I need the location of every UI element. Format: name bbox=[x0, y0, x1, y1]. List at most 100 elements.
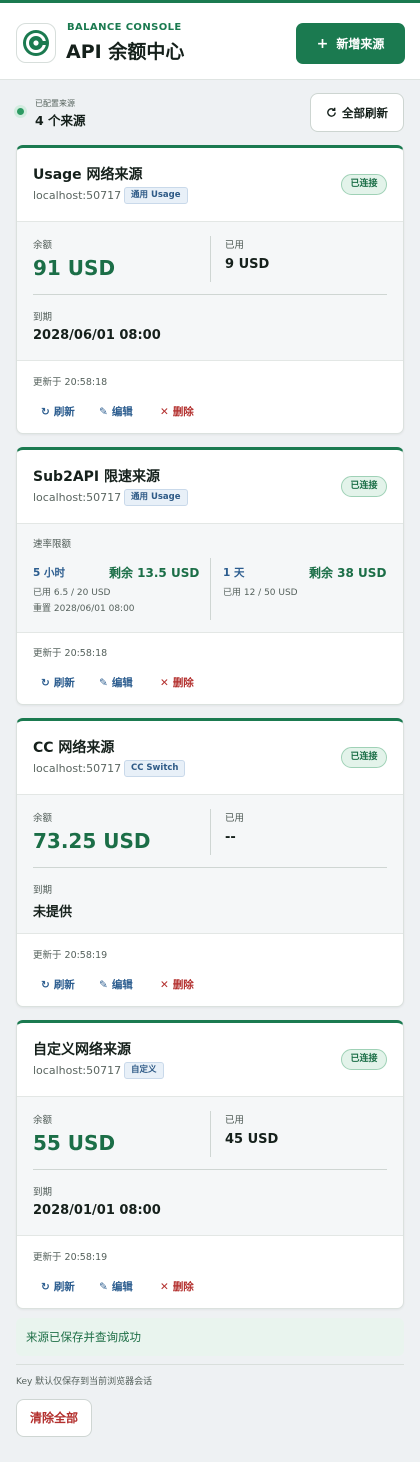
used-label: 已用 bbox=[225, 240, 245, 251]
source-type-tag: CC Switch bbox=[124, 760, 186, 777]
metrics-panel: 余额 73.25 USD 已用 -- 到期 未提供 bbox=[17, 794, 403, 934]
delete-label: 删除 bbox=[172, 677, 194, 689]
pencil-icon: ✎ bbox=[99, 676, 108, 689]
app-header: BALANCE CONSOLE API 余额中心 + 新增来源 bbox=[0, 3, 420, 80]
window-remaining: 剩余 13.5 USD bbox=[109, 566, 200, 580]
refresh-label: 刷新 bbox=[53, 406, 75, 418]
metrics-panel: 速率限额 5 小时 剩余 13.5 USD 已用 6.5 / 20 USD 重置… bbox=[17, 523, 403, 633]
window-used: 已用 6.5 / 20 USD bbox=[33, 588, 111, 598]
add-source-label: 新增来源 bbox=[336, 37, 385, 51]
source-card: 自定义网络来源 localhost:50717 自定义 已连接 余额 55 US… bbox=[16, 1020, 404, 1309]
window-reset: 重置 2028/06/01 08:00 bbox=[33, 604, 135, 614]
brand-eyebrow: BALANCE CONSOLE bbox=[67, 22, 182, 33]
refresh-icon: ↻ bbox=[41, 978, 50, 991]
page-title: API 余额中心 bbox=[66, 41, 185, 63]
metric-divider bbox=[33, 294, 387, 295]
used-label: 已用 bbox=[225, 1115, 245, 1126]
edit-label: 编辑 bbox=[111, 979, 133, 991]
expiry-label: 到期 bbox=[33, 312, 53, 323]
summary-label: 已配置来源 bbox=[35, 99, 75, 108]
delete-button[interactable]: ✕ 删除 bbox=[160, 675, 194, 690]
close-icon: ✕ bbox=[160, 405, 169, 418]
rate-limit-label: 速率限额 bbox=[33, 539, 72, 550]
metric-divider bbox=[33, 867, 387, 868]
close-icon: ✕ bbox=[160, 1280, 169, 1293]
edit-button[interactable]: ✎ 编辑 bbox=[99, 404, 133, 419]
balance-logo-icon bbox=[23, 30, 49, 56]
source-host: localhost:50717 bbox=[33, 189, 122, 202]
delete-button[interactable]: ✕ 删除 bbox=[160, 404, 194, 419]
add-source-button[interactable]: + 新增来源 bbox=[296, 23, 405, 64]
source-type-tag: 自定义 bbox=[124, 1062, 164, 1079]
refresh-icon: ↻ bbox=[41, 676, 50, 689]
expiry-value: 未提供 bbox=[33, 905, 73, 920]
edit-label: 编辑 bbox=[111, 406, 133, 418]
updated-time: 更新于 20:58:19 bbox=[33, 1252, 108, 1263]
delete-button[interactable]: ✕ 删除 bbox=[160, 977, 194, 992]
refresh-button[interactable]: ↻ 刷新 bbox=[41, 404, 75, 419]
refresh-button[interactable]: ↻ 刷新 bbox=[41, 675, 75, 690]
expiry-value: 2028/01/01 08:00 bbox=[33, 1203, 161, 1218]
source-card: CC 网络来源 localhost:50717 CC Switch 已连接 余额… bbox=[16, 718, 404, 1007]
status-dot-icon bbox=[17, 108, 24, 115]
balance-label: 余额 bbox=[33, 813, 53, 824]
source-title: CC 网络来源 bbox=[33, 740, 115, 756]
source-card: Usage 网络来源 localhost:50717 通用 Usage 已连接 … bbox=[16, 145, 404, 434]
metric-divider bbox=[210, 236, 211, 282]
metrics-panel: 余额 55 USD 已用 45 USD 到期 2028/01/01 08:00 bbox=[17, 1096, 403, 1236]
pencil-icon: ✎ bbox=[99, 1280, 108, 1293]
metric-divider bbox=[33, 1169, 387, 1170]
metrics-panel: 余额 91 USD 已用 9 USD 到期 2028/06/01 08:00 bbox=[17, 221, 403, 361]
refresh-label: 刷新 bbox=[53, 677, 75, 689]
updated-time: 更新于 20:58:18 bbox=[33, 648, 108, 659]
expiry-value: 2028/06/01 08:00 bbox=[33, 328, 161, 343]
clear-all-button[interactable]: 清除全部 bbox=[16, 1399, 92, 1437]
balance-label: 余额 bbox=[33, 1115, 53, 1126]
app-logo bbox=[16, 23, 56, 63]
key-storage-note: Key 默认仅保存到当前浏览器会话 bbox=[16, 1377, 153, 1387]
refresh-label: 刷新 bbox=[53, 979, 75, 991]
window-used: 已用 12 / 50 USD bbox=[223, 588, 298, 598]
status-badge: 已连接 bbox=[341, 476, 387, 497]
source-title: Usage 网络来源 bbox=[33, 167, 143, 183]
metric-divider bbox=[210, 1111, 211, 1157]
window-remaining: 剩余 38 USD bbox=[309, 566, 387, 580]
metric-divider bbox=[210, 809, 211, 855]
refresh-all-button[interactable]: 全部刷新 bbox=[310, 93, 404, 132]
used-value: 9 USD bbox=[225, 257, 270, 272]
pencil-icon: ✎ bbox=[99, 405, 108, 418]
used-value: 45 USD bbox=[225, 1132, 279, 1147]
edit-label: 编辑 bbox=[111, 1281, 133, 1293]
status-badge: 已连接 bbox=[341, 1049, 387, 1070]
source-host: localhost:50717 bbox=[33, 491, 122, 504]
edit-button[interactable]: ✎ 编辑 bbox=[99, 1279, 133, 1294]
balance-value: 91 USD bbox=[33, 256, 116, 280]
window-name: 1 天 bbox=[223, 567, 245, 579]
footer-divider bbox=[16, 1364, 404, 1365]
close-icon: ✕ bbox=[160, 978, 169, 991]
window-name: 5 小时 bbox=[33, 567, 65, 579]
edit-label: 编辑 bbox=[111, 677, 133, 689]
delete-button[interactable]: ✕ 删除 bbox=[160, 1279, 194, 1294]
metric-divider bbox=[210, 558, 211, 620]
refresh-icon: ↻ bbox=[41, 405, 50, 418]
source-type-tag: 通用 Usage bbox=[124, 489, 188, 506]
delete-label: 删除 bbox=[172, 406, 194, 418]
refresh-icon bbox=[327, 107, 336, 117]
refresh-label: 刷新 bbox=[53, 1281, 75, 1293]
used-label: 已用 bbox=[225, 813, 245, 824]
refresh-all-label: 全部刷新 bbox=[342, 105, 388, 120]
pencil-icon: ✎ bbox=[99, 978, 108, 991]
refresh-button[interactable]: ↻ 刷新 bbox=[41, 977, 75, 992]
delete-label: 删除 bbox=[172, 1281, 194, 1293]
updated-time: 更新于 20:58:19 bbox=[33, 950, 108, 961]
source-host: localhost:50717 bbox=[33, 1064, 122, 1077]
source-host: localhost:50717 bbox=[33, 762, 122, 775]
expiry-label: 到期 bbox=[33, 1187, 53, 1198]
source-summary: 已配置来源 4 个来源 全部刷新 bbox=[16, 93, 404, 133]
source-title: Sub2API 限速来源 bbox=[33, 469, 160, 485]
status-badge: 已连接 bbox=[341, 174, 387, 195]
edit-button[interactable]: ✎ 编辑 bbox=[99, 675, 133, 690]
refresh-button[interactable]: ↻ 刷新 bbox=[41, 1279, 75, 1294]
edit-button[interactable]: ✎ 编辑 bbox=[99, 977, 133, 992]
